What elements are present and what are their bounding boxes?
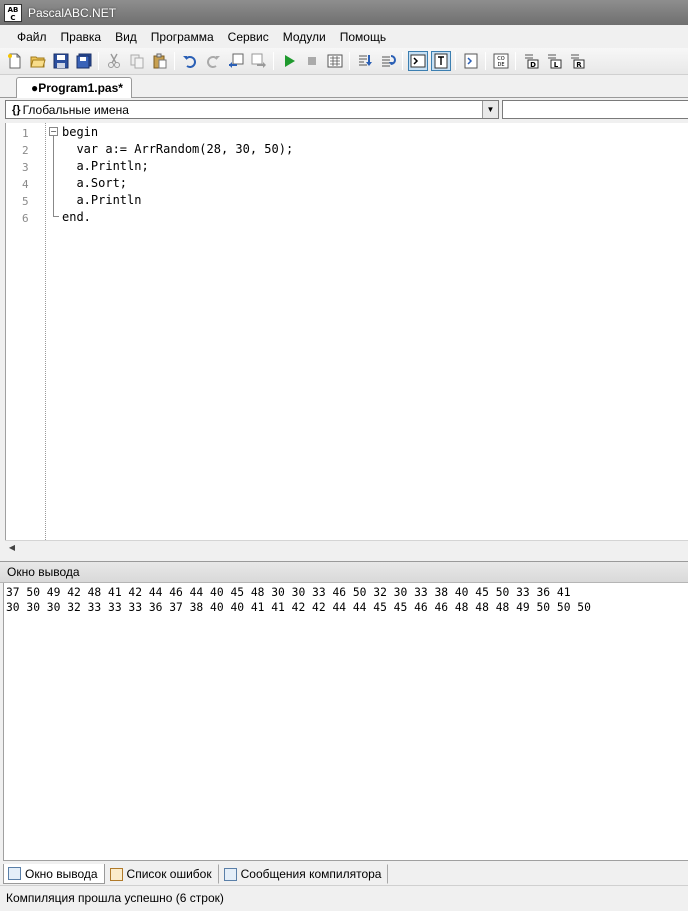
- code-line: a.Println: [62, 193, 142, 207]
- tab-output-window[interactable]: Окно вывода: [3, 864, 105, 884]
- compiler-messages-icon: [223, 867, 237, 881]
- menu-modules[interactable]: Модули: [276, 30, 333, 44]
- line-number: 5: [22, 195, 29, 208]
- format-icon[interactable]: [461, 51, 481, 71]
- svg-text:R: R: [576, 61, 582, 69]
- toolbar-separator: [402, 52, 403, 70]
- tab-program1[interactable]: ●Program1.pas*: [16, 77, 132, 99]
- scope-bar: {} Глобальные имена ▼: [0, 98, 688, 121]
- code-line: a.Sort;: [62, 176, 128, 190]
- svg-text:DE: DE: [497, 62, 504, 68]
- fold-guide: [53, 136, 54, 216]
- tab-label: Сообщения компилятора: [240, 867, 382, 881]
- code-editor[interactable]: 1 2 3 4 5 6 − begin var a:= ArrRandom(28…: [5, 123, 688, 540]
- menu-bar: Файл Правка Вид Программа Сервис Модули …: [0, 25, 688, 48]
- line-number: 6: [22, 212, 29, 225]
- member-dropdown[interactable]: [502, 100, 688, 119]
- app-icon: AB C: [4, 3, 22, 22]
- cut-icon[interactable]: [104, 51, 124, 71]
- menu-program[interactable]: Программа: [144, 30, 221, 44]
- svg-text:L: L: [553, 61, 558, 69]
- run-icon[interactable]: [279, 51, 299, 71]
- open-folder-icon[interactable]: [28, 51, 48, 71]
- toolbar: CO DE D L R: [0, 48, 688, 75]
- scope-dropdown[interactable]: {} Глобальные имена ▼: [5, 100, 499, 119]
- title-bar: AB C PascalABC.NET: [0, 0, 688, 25]
- fold-collapse-icon[interactable]: −: [49, 127, 58, 136]
- output-pane-title: Окно вывода: [0, 561, 688, 583]
- status-bar: Компиляция прошла успешно (6 строк): [0, 885, 688, 911]
- forward-icon[interactable]: [249, 51, 269, 71]
- debug-r-icon[interactable]: R: [567, 51, 587, 71]
- line-number: 4: [22, 178, 29, 191]
- error-list-icon: [109, 867, 123, 881]
- step-over-icon[interactable]: [378, 51, 398, 71]
- undo-icon[interactable]: [180, 51, 200, 71]
- namespace-icon: {}: [12, 103, 21, 116]
- window-title: PascalABC.NET: [28, 5, 117, 20]
- menu-edit[interactable]: Правка: [54, 30, 109, 44]
- output-line: 30 30 30 32 33 33 33 36 37 38 40 40 41 4…: [6, 601, 591, 614]
- code-line: end.: [62, 210, 91, 224]
- menu-view[interactable]: Вид: [108, 30, 144, 44]
- code-line: var a:= ArrRandom(28, 30, 50);: [62, 142, 294, 156]
- document-tab-strip: ●Program1.pas*: [0, 75, 688, 99]
- output-window-icon: [8, 867, 21, 880]
- chevron-down-icon[interactable]: ▼: [482, 101, 498, 118]
- toolbar-separator: [98, 52, 99, 70]
- bottom-tab-strip: Окно вывода Список ошибок Сообщения комп…: [0, 862, 688, 884]
- debug-l-icon[interactable]: L: [544, 51, 564, 71]
- menu-help[interactable]: Помощь: [333, 30, 393, 44]
- text-mode-icon[interactable]: [430, 51, 451, 71]
- tab-compiler-messages[interactable]: Сообщения компилятора: [219, 864, 389, 884]
- code-line: begin: [62, 125, 99, 139]
- new-file-icon[interactable]: [5, 51, 25, 71]
- save-all-icon[interactable]: [74, 51, 94, 71]
- console-icon[interactable]: [407, 51, 428, 71]
- tab-label: Список ошибок: [126, 867, 212, 881]
- tab-error-list[interactable]: Список ошибок: [105, 864, 219, 884]
- compile-icon[interactable]: [325, 51, 345, 71]
- copy-icon[interactable]: [127, 51, 147, 71]
- menu-file[interactable]: Файл: [10, 30, 54, 44]
- step-into-icon[interactable]: [355, 51, 375, 71]
- line-number: 3: [22, 161, 29, 174]
- redo-icon[interactable]: [203, 51, 223, 71]
- toolbar-separator: [485, 52, 486, 70]
- toolbar-separator: [349, 52, 350, 70]
- toolbar-separator: [455, 52, 456, 70]
- code-line: a.Println;: [62, 159, 149, 173]
- fold-guide-end: [53, 216, 59, 217]
- svg-text:D: D: [530, 61, 536, 69]
- paste-icon[interactable]: [150, 51, 170, 71]
- scope-value: Глобальные имена: [22, 102, 129, 117]
- output-line: 37 50 49 42 48 41 42 44 46 44 40 45 48 3…: [6, 586, 571, 599]
- line-number: 2: [22, 144, 29, 157]
- save-icon[interactable]: [51, 51, 71, 71]
- debug-d-icon[interactable]: D: [521, 51, 541, 71]
- line-number: 1: [22, 127, 29, 140]
- code-template-icon[interactable]: CO DE: [491, 51, 511, 71]
- tab-label: Окно вывода: [25, 866, 98, 881]
- editor-horizontal-scrollbar[interactable]: ◀: [5, 540, 688, 554]
- menu-service[interactable]: Сервис: [221, 30, 276, 44]
- toolbar-separator: [515, 52, 516, 70]
- toolbar-separator: [174, 52, 175, 70]
- line-number-gutter: 1 2 3 4 5 6: [6, 123, 46, 540]
- scroll-left-icon[interactable]: ◀: [5, 541, 19, 554]
- back-icon[interactable]: [226, 51, 246, 71]
- status-text: Компиляция прошла успешно (6 строк): [6, 891, 224, 905]
- output-window[interactable]: 37 50 49 42 48 41 42 44 46 44 40 45 48 3…: [3, 583, 688, 861]
- stop-icon[interactable]: [302, 51, 322, 71]
- toolbar-separator: [273, 52, 274, 70]
